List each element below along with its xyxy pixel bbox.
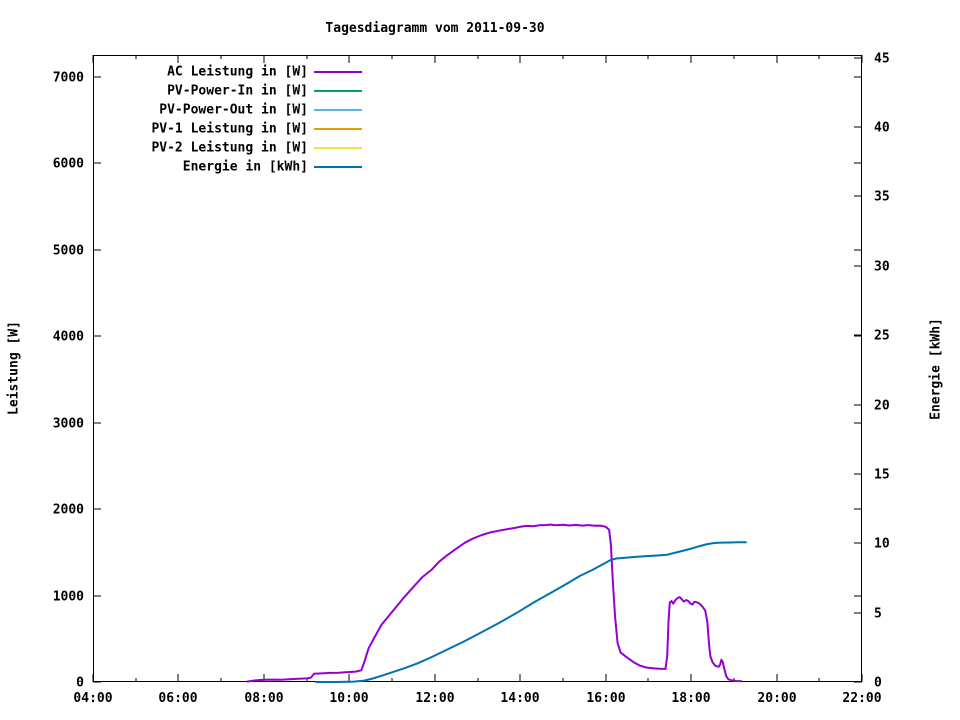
y-left-tick-label: 4000 <box>53 330 84 345</box>
x-tick-label: 08:00 <box>244 691 283 706</box>
legend-item-line-row <box>0 63 960 82</box>
y-left-tick-label: 1000 <box>53 590 84 605</box>
y-right-tick-label: 10 <box>874 537 890 552</box>
y-left-tick-label: 3000 <box>53 417 84 432</box>
y-left-tick-label: 5000 <box>53 244 84 259</box>
y-right-tick-label: 20 <box>874 399 890 414</box>
legend-line-sample <box>314 128 362 130</box>
x-tick-label: 16:00 <box>586 691 625 706</box>
x-tick-label: 10:00 <box>329 691 368 706</box>
legend-item-line-row <box>0 101 960 120</box>
legend-line-sample <box>314 166 362 168</box>
legend-line-sample <box>314 147 362 149</box>
x-tick-label: 20:00 <box>757 691 796 706</box>
legend-item-line-row <box>0 139 960 158</box>
x-tick-label: 18:00 <box>671 691 710 706</box>
y-left-tick-label: 0 <box>76 676 84 691</box>
x-tick-label: 04:00 <box>73 691 112 706</box>
x-tick-label: 22:00 <box>842 691 881 706</box>
y-right-tick-label: 25 <box>874 329 890 344</box>
y-right-tick-label: 0 <box>874 676 882 691</box>
y-right-tick-label: 35 <box>874 190 890 205</box>
legend-line-sample <box>314 71 362 73</box>
x-tick-label: 14:00 <box>500 691 539 706</box>
y-right-tick-label: 15 <box>874 468 890 483</box>
x-tick-label: 12:00 <box>415 691 454 706</box>
legend-line-sample <box>314 109 362 111</box>
legend-item-line-row <box>0 120 960 139</box>
legend-line-sample <box>314 90 362 92</box>
legend-item-line-row <box>0 82 960 101</box>
legend-item-line-row <box>0 158 960 177</box>
pv-daily-chart: Tagesdiagramm vom 2011-09-30 Leistung [W… <box>0 0 960 720</box>
y-right-tick-label: 5 <box>874 607 882 622</box>
series-line-energie <box>315 541 747 683</box>
y-right-tick-label: 30 <box>874 260 890 275</box>
y-left-tick-label: 2000 <box>53 503 84 518</box>
x-tick-label: 06:00 <box>158 691 197 706</box>
series-line-ac-leistung <box>246 523 743 683</box>
